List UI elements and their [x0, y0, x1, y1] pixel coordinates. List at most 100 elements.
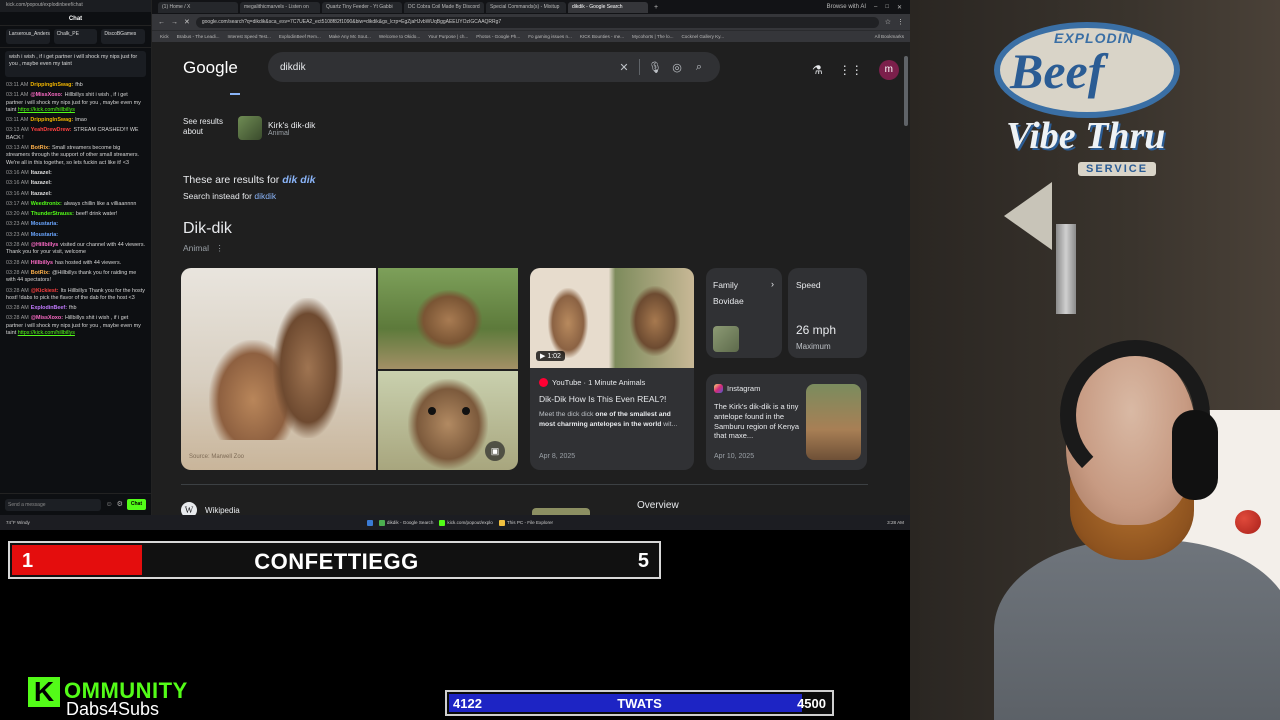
- chat-username[interactable]: YeahDrewDrew:: [31, 127, 72, 133]
- browser-tab[interactable]: DC Cobra Coil Made By Discord: [404, 1, 484, 13]
- bookmark-item[interactable]: Welcome to Okido...: [379, 34, 420, 39]
- chat-message[interactable]: 03:28 AM BotRix: @Hillbillys thank you for…: [6, 270, 145, 285]
- close-icon[interactable]: ✕: [897, 4, 902, 11]
- chat-message[interactable]: 03:28 AM Hillbillys has hosted with 44 vie…: [6, 260, 145, 267]
- dikdik-image-main[interactable]: Source: Marwell Zoo: [181, 268, 376, 470]
- chat-username[interactable]: @Hillbillys: [31, 242, 58, 248]
- chat-username[interactable]: BotRix:: [31, 270, 50, 276]
- account-avatar[interactable]: m: [878, 60, 899, 80]
- chat-username[interactable]: Moustaria:: [31, 232, 58, 238]
- browser-tab[interactable]: Special Commands(s) - Mixitup: [486, 1, 566, 13]
- chat-message[interactable]: 03:16 AM Itazazel:: [6, 191, 145, 198]
- chat-message[interactable]: 03:28 AM @Kickiest: Its Hillbillys Thank y…: [6, 288, 145, 303]
- top-supporter-2[interactable]: Chalk_PE: [53, 29, 98, 44]
- chat-message[interactable]: 03:16 AM Itazazel:: [6, 180, 145, 187]
- bookmark-item[interactable]: Interest Speed Test...: [228, 34, 271, 39]
- chat-message[interactable]: 03:11 AM DrippingInSwag: fhb: [6, 82, 145, 89]
- taskbar-item[interactable]: dikdik - Google Search: [378, 519, 433, 526]
- bookmark-item[interactable]: Brabus - The Leadi...: [177, 34, 220, 39]
- search-icon[interactable]: ⌕: [688, 61, 710, 74]
- bookmark-item[interactable]: Make Any Mc Sout...: [329, 34, 371, 39]
- settings-icon[interactable]: ⚙: [117, 500, 123, 509]
- chat-username[interactable]: @Kickiest:: [31, 288, 59, 294]
- weather-widget[interactable]: 74°F Windy: [6, 520, 36, 525]
- chat-message[interactable]: 03:20 AM ThunderStrauss: beef! drink water…: [6, 211, 145, 218]
- chat-link[interactable]: https://kick.com/hillbillys: [18, 107, 75, 113]
- chat-message[interactable]: 03:11 AM @MissXoxo: Hillbillys shit i wish…: [6, 92, 145, 114]
- all-bookmarks-button[interactable]: All Bookmarks: [875, 34, 910, 39]
- emoji-icon[interactable]: ☺: [105, 500, 112, 509]
- browser-tab[interactable]: megalithicmarvels - Listen on: [240, 1, 320, 13]
- dikdik-image-top-right[interactable]: [378, 268, 518, 369]
- chat-url[interactable]: kick.com/popout/explodinbeef/chat: [0, 0, 151, 12]
- top-supporter-1[interactable]: Larserous_Anders...: [6, 29, 50, 44]
- chat-message[interactable]: 03:28 AM ExplodinBeef: fhb: [6, 305, 145, 312]
- original-query-link[interactable]: dikdik: [254, 191, 276, 201]
- more-options-icon[interactable]: ⋮: [211, 243, 224, 253]
- bookmark-item[interactable]: ExplodinBeef Rem...: [279, 34, 321, 39]
- speed-fact-card[interactable]: Speed 26 mph Maximum: [788, 268, 867, 358]
- chat-username[interactable]: ThunderStrauss:: [31, 211, 74, 217]
- chat-message[interactable]: 03:13 AM YeahDrewDrew: STREAM CRASHED!!! W…: [6, 127, 145, 142]
- chat-username[interactable]: @MissXoxo:: [30, 92, 62, 98]
- taskbar-item[interactable]: kick.com/popout/explo: [439, 519, 493, 526]
- taskbar-item[interactable]: This PC - File Explorer: [498, 519, 553, 526]
- labs-flask-icon[interactable]: ⚗: [812, 63, 823, 77]
- maximize-icon[interactable]: □: [885, 4, 889, 11]
- clear-search-icon[interactable]: ✕: [613, 61, 635, 74]
- bookmark-item[interactable]: Cocknel Gallery Ky...: [681, 34, 724, 39]
- browser-tab[interactable]: Quartz Tiny Feeder - Yt Gabbi: [322, 1, 402, 13]
- chat-username[interactable]: DrippingInSwag:: [30, 117, 73, 123]
- reload-icon[interactable]: ✕: [184, 18, 190, 26]
- lens-icon[interactable]: ◎: [666, 61, 688, 74]
- bookmark-item[interactable]: Kick: [160, 34, 169, 39]
- bookmark-item[interactable]: KICK Bounties - me...: [580, 34, 624, 39]
- instagram-card[interactable]: Instagram The Kirk's dik-dik is a tiny a…: [706, 374, 867, 470]
- forward-icon[interactable]: →: [171, 19, 178, 26]
- extensions-icon[interactable]: ⋮: [897, 18, 904, 26]
- back-icon[interactable]: ←: [158, 19, 165, 26]
- chat-message[interactable]: 03:11 AM DrippingInSwag: lmao: [6, 117, 145, 124]
- bookmark-item[interactable]: Fo gaming issues n...: [528, 34, 572, 39]
- start-icon[interactable]: [366, 519, 373, 526]
- minimize-icon[interactable]: –: [874, 4, 877, 11]
- new-tab-icon[interactable]: +: [650, 4, 662, 11]
- search-input[interactable]: [280, 61, 613, 73]
- system-clock[interactable]: 3:28 AM: [844, 520, 904, 525]
- image-search-icon[interactable]: ▣: [485, 441, 505, 461]
- microphone-icon[interactable]: 🎙︎: [644, 61, 666, 74]
- bookmark-star-icon[interactable]: ☆: [885, 18, 891, 26]
- browser-tab-active[interactable]: dikdik - Google Search: [568, 1, 648, 13]
- bookmark-item[interactable]: Photos - Google Ph...: [476, 34, 520, 39]
- chat-username[interactable]: Itazazel:: [31, 191, 52, 197]
- wikipedia-result[interactable]: W Wikipedia: [181, 502, 240, 515]
- chat-message-input[interactable]: Send a message: [5, 498, 102, 511]
- pinned-message[interactable]: wish i wish , if i get partner i will sh…: [5, 51, 146, 77]
- top-supporter-3[interactable]: DiscoBGames: [101, 29, 146, 44]
- browser-tab[interactable]: (1) Home / X: [158, 1, 238, 13]
- video-thumbnail[interactable]: ▶ 1:02: [530, 268, 694, 368]
- chat-message[interactable]: 03:28 AM @MissXoxo: Hillbillys shit i wish…: [6, 315, 145, 337]
- chat-message[interactable]: 03:17 AM Weedtronix: always chillin like a…: [6, 201, 145, 208]
- url-field[interactable]: google.com/search?q=dikdik&sca_esv=7C7UE…: [195, 16, 879, 28]
- chat-username[interactable]: @MissXoxo:: [31, 315, 63, 321]
- chat-message[interactable]: 03:28 AM @Hillbillys visited our channel w…: [6, 242, 145, 257]
- google-logo[interactable]: Google: [183, 58, 238, 78]
- youtube-video-card[interactable]: ▶ 1:02 YouTube · 1 Minute Animals Dik-Di…: [530, 268, 694, 470]
- bookmark-item[interactable]: Your Purpose | ch...: [428, 34, 468, 39]
- chat-username[interactable]: Weedtronix:: [31, 201, 62, 207]
- chat-message[interactable]: 03:13 AM BotRix: Small streamers become bi…: [6, 145, 145, 167]
- family-fact-card[interactable]: Family › Bovidae: [706, 268, 782, 358]
- chat-username[interactable]: Itazazel:: [31, 180, 52, 186]
- chat-username[interactable]: ExplodinBeef:: [31, 305, 67, 311]
- bookmark-item[interactable]: Mycohorts | The lo...: [632, 34, 673, 39]
- chat-link[interactable]: https://kick.com/hillbillys: [18, 330, 75, 336]
- chat-username[interactable]: Itazazel:: [31, 170, 52, 176]
- overview-tab[interactable]: Overview: [637, 500, 679, 511]
- apps-grid-icon[interactable]: ⋮⋮: [839, 63, 863, 77]
- video-title[interactable]: Dik-Dik How Is This Even REAL?!: [539, 394, 689, 404]
- chat-username[interactable]: DrippingInSwag:: [30, 82, 73, 88]
- chat-username[interactable]: BotRix:: [31, 145, 50, 151]
- chat-username[interactable]: Hillbillys: [31, 260, 53, 266]
- corrected-query-link[interactable]: dik dik: [282, 174, 315, 186]
